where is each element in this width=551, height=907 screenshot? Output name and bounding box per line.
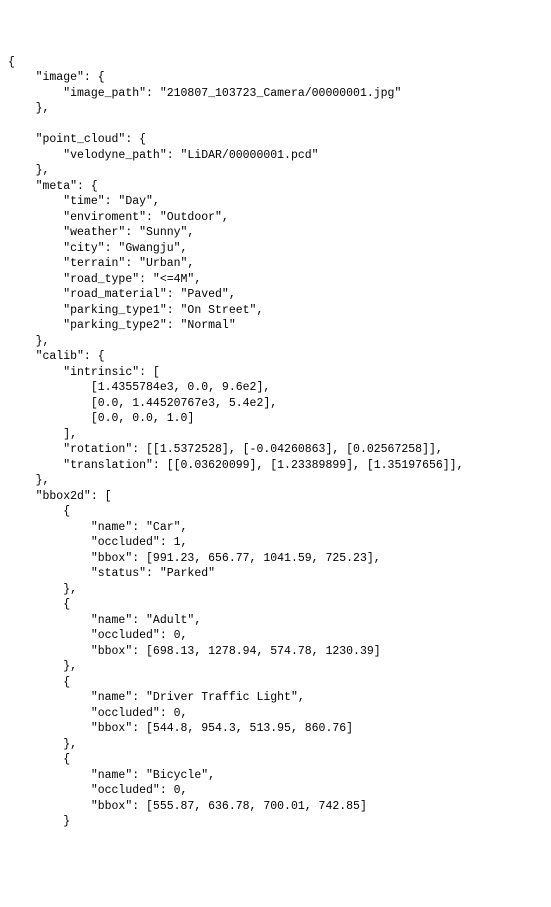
json-code-block: { "image": { "image_path": "210807_10372…: [8, 55, 551, 830]
